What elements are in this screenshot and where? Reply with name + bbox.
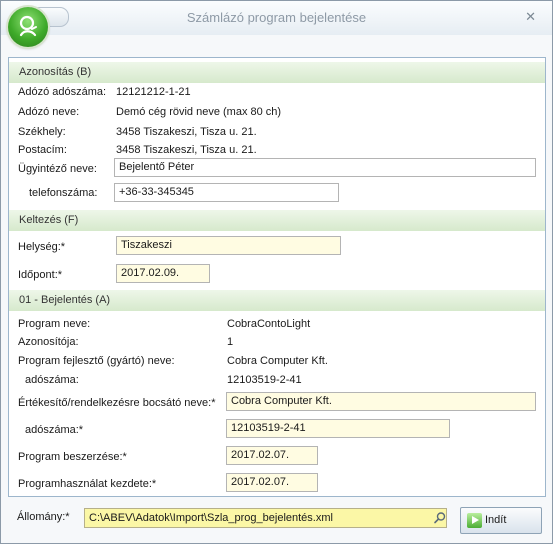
form-panel: Azonosítás (B) Adózó adószáma: 12121212-… [8,57,546,497]
title-bar: Számlázó program bejelentése ✕ [1,1,552,47]
seat-label: Székhely: [18,126,66,138]
program-name-label: Program neve: [18,318,91,330]
usage-start-label: Programhasználat kezdete:* [18,478,157,490]
taxpayer-name-label: Adózó neve: [18,106,80,118]
place-field[interactable]: Tiszakeszi [116,236,341,255]
program-id-label: Azonosítója: [18,336,79,348]
clerk-name-label: Ügyintéző neve: [18,163,97,175]
seller-tax-label: adószáma:* [25,424,84,436]
start-button[interactable]: Indít [460,507,542,534]
start-button-label: Indít [485,514,507,526]
file-path-field[interactable]: C:\ABEV\Adatok\Import\Szla_prog_bejelent… [84,508,447,528]
date-label: Időpont:* [18,269,63,281]
taxpayer-name-value: Demó cég rövid neve (max 80 ch) [116,106,282,118]
tax-number-value: 12121212-1-21 [116,86,191,98]
developer-tax-label: adószáma: [25,374,79,386]
developer-name-value: Cobra Computer Kft. [227,355,328,367]
developer-tax-value: 12103519-2-41 [227,374,302,386]
close-icon[interactable]: ✕ [525,9,536,25]
phone-label: telefonszáma: [29,187,98,199]
play-icon [467,513,482,528]
section-header-dating[interactable]: Keltezés (F) [9,210,545,231]
date-field[interactable]: 2017.02.09. [116,264,210,283]
seller-name-label: Értékesítő/rendelkezésre bocsátó neve:* [18,397,216,409]
postal-address-value: 3458 Tiszakeszi, Tisza u. 21. [116,144,257,156]
program-name-value: CobraContoLight [227,318,311,330]
section-header-notification[interactable]: 01 - Bejelentés (A) [9,290,545,311]
tax-number-label: Adózó adószáma: [18,86,107,98]
purchase-date-field[interactable]: 2017.02.07. [226,446,318,465]
purchase-date-label: Program beszerzése:* [18,451,127,463]
seller-tax-field[interactable]: 12103519-2-41 [226,419,450,438]
seller-name-field[interactable]: Cobra Computer Kft. [226,392,536,411]
section-title: Keltezés (F) [19,214,79,226]
search-icon[interactable] [433,511,447,525]
place-label: Helység:* [18,241,66,253]
section-title: Azonosítás (B) [19,66,92,78]
seat-value: 3458 Tiszakeszi, Tisza u. 21. [116,126,257,138]
clerk-name-field[interactable]: Bejelentő Péter [114,158,536,177]
section-title: 01 - Bejelentés (A) [19,294,111,306]
developer-name-label: Program fejlesztő (gyártó) neve: [18,355,175,367]
program-id-value: 1 [227,336,234,348]
section-header-identification[interactable]: Azonosítás (B) [9,62,545,83]
window-title: Számlázó program bejelentése [186,10,367,25]
file-label: Állomány:* [17,511,70,523]
phone-field[interactable]: +36-33-345345 [114,183,339,202]
usage-start-field[interactable]: 2017.02.07. [226,473,318,492]
postal-address-label: Postacím: [18,144,67,156]
